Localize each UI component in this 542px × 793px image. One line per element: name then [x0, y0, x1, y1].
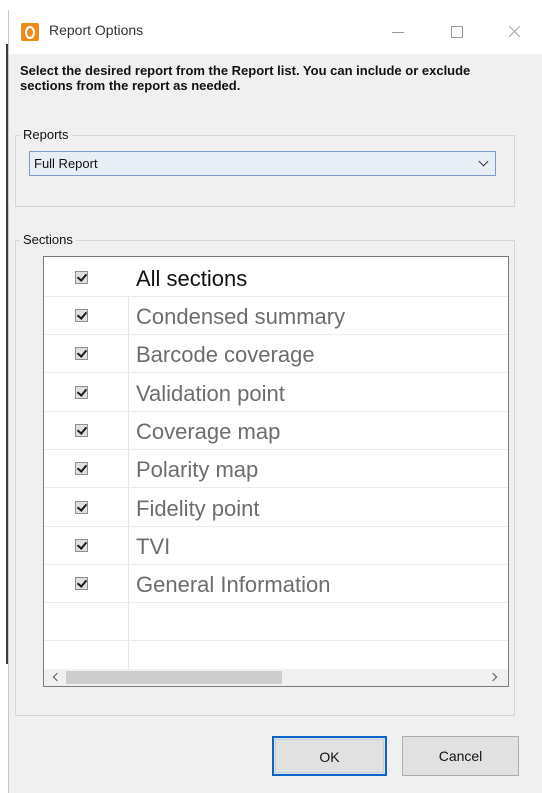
checkbox-coverage-map[interactable]: [75, 424, 88, 437]
cancel-button[interactable]: Cancel: [402, 736, 519, 776]
title-bar[interactable]: Report Options: [9, 10, 542, 54]
list-item[interactable]: Validation point: [44, 374, 508, 412]
window-title: Report Options: [49, 22, 144, 38]
scrollbar-thumb[interactable]: [66, 671, 282, 684]
list-item[interactable]: Barcode coverage: [44, 335, 508, 373]
checkbox-polarity-map[interactable]: [75, 462, 88, 475]
section-label: Condensed summary: [136, 304, 346, 329]
horizontal-scrollbar[interactable]: [44, 669, 508, 686]
list-item[interactable]: Fidelity point: [44, 489, 508, 527]
section-label: Barcode coverage: [136, 342, 315, 367]
section-label: All sections: [136, 266, 248, 291]
section-label: General Information: [136, 572, 331, 597]
sections-group-label: Sections: [20, 232, 76, 248]
list-item[interactable]: All sections: [44, 259, 508, 297]
section-label: Coverage map: [136, 419, 281, 444]
report-select[interactable]: Full Report: [29, 151, 496, 176]
scroll-right-icon[interactable]: [488, 672, 498, 682]
list-item[interactable]: TVI: [44, 527, 508, 565]
list-item[interactable]: Coverage map: [44, 412, 508, 450]
checkbox-fidelity-point[interactable]: [75, 501, 88, 514]
section-label: Fidelity point: [136, 496, 260, 521]
list-item[interactable]: General Information: [44, 565, 508, 603]
instructions-text: Select the desired report from the Repor…: [20, 63, 471, 93]
close-icon[interactable]: [491, 10, 537, 54]
reports-group-label: Reports: [20, 127, 72, 143]
checkbox-barcode-coverage[interactable]: [75, 347, 88, 360]
app-icon: [21, 23, 39, 41]
ok-button[interactable]: OK: [272, 736, 387, 776]
checkbox-tvi[interactable]: [75, 539, 88, 552]
checkbox-condensed-summary[interactable]: [75, 309, 88, 322]
list-item[interactable]: Condensed summary: [44, 297, 508, 335]
section-label: Polarity map: [136, 457, 259, 482]
sections-list[interactable]: All sections Condensed summary Barcode c…: [43, 256, 509, 687]
scroll-left-icon[interactable]: [52, 672, 62, 682]
list-item[interactable]: Polarity map: [44, 450, 508, 488]
chevron-down-icon[interactable]: [478, 156, 489, 167]
checkbox-validation-point[interactable]: [75, 386, 88, 399]
empty-list-row: [44, 603, 508, 641]
minimize-icon[interactable]: [375, 10, 421, 54]
maximize-icon[interactable]: [433, 10, 479, 54]
report-select-value: Full Report: [34, 156, 98, 171]
section-label: Validation point: [136, 381, 285, 406]
checkbox-general-information[interactable]: [75, 577, 88, 590]
section-label: TVI: [136, 534, 171, 559]
checkbox-all-sections[interactable]: [75, 271, 88, 284]
